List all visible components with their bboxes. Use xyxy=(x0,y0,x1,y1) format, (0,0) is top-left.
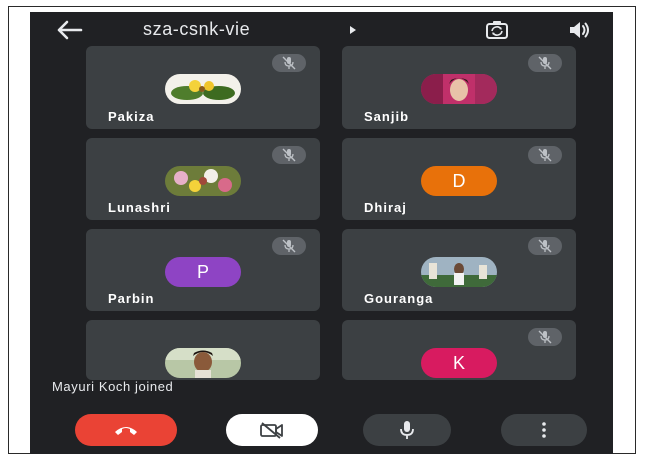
participant-tile[interactable]: Pakiza xyxy=(86,46,320,129)
participant-tile[interactable]: Lunashri xyxy=(86,138,320,220)
avatar-letter: P xyxy=(165,257,241,287)
camera-toggle-button[interactable] xyxy=(226,414,318,446)
participant-name: Lunashri xyxy=(108,200,171,215)
mic-off-icon xyxy=(272,146,306,164)
avatar-photo xyxy=(421,74,497,104)
mic-off-icon xyxy=(272,237,306,255)
end-call-button[interactable] xyxy=(75,414,177,446)
meet-screen: sza-csnk-vie Pakiza Sanjib Lunashri D Dh… xyxy=(30,12,613,454)
avatar-letter: D xyxy=(421,166,497,196)
participant-tile[interactable]: K xyxy=(342,320,576,380)
join-notification: Mayuri Koch joined xyxy=(52,379,174,394)
participant-name: Parbin xyxy=(108,291,155,306)
more-vertical-icon xyxy=(542,422,546,438)
participant-name: Dhiraj xyxy=(364,200,407,215)
mic-off-icon xyxy=(272,54,306,72)
mic-off-icon xyxy=(528,54,562,72)
participant-tile[interactable]: Gouranga xyxy=(342,229,576,311)
switch-camera-icon[interactable] xyxy=(484,17,510,43)
avatar-photo xyxy=(165,74,241,104)
speaker-icon[interactable] xyxy=(568,19,592,41)
meeting-code[interactable]: sza-csnk-vie xyxy=(143,19,250,40)
mic-off-icon xyxy=(528,328,562,346)
avatar-photo xyxy=(165,166,241,196)
avatar-letter: K xyxy=(421,348,497,378)
participant-tile[interactable] xyxy=(86,320,320,380)
camera-off-icon xyxy=(260,422,283,439)
mic-toggle-button[interactable] xyxy=(363,414,451,446)
participant-name: Sanjib xyxy=(364,109,410,124)
mic-off-icon xyxy=(528,146,562,164)
arrow-left-icon[interactable] xyxy=(54,18,84,42)
top-bar: sza-csnk-vie xyxy=(30,12,613,48)
more-options-button[interactable] xyxy=(501,414,587,446)
avatar-photo xyxy=(165,348,241,378)
phone-hangup-icon xyxy=(115,427,137,435)
participant-name: Pakiza xyxy=(108,109,155,124)
caret-right-icon[interactable] xyxy=(348,25,358,35)
mic-icon xyxy=(400,421,414,439)
call-controls xyxy=(30,402,613,454)
mic-off-icon xyxy=(528,237,562,255)
participant-tile[interactable]: D Dhiraj xyxy=(342,138,576,220)
participant-tile[interactable]: P Parbin xyxy=(86,229,320,311)
participant-tile[interactable]: Sanjib xyxy=(342,46,576,129)
avatar-photo xyxy=(421,257,497,287)
participant-name: Gouranga xyxy=(364,291,434,306)
